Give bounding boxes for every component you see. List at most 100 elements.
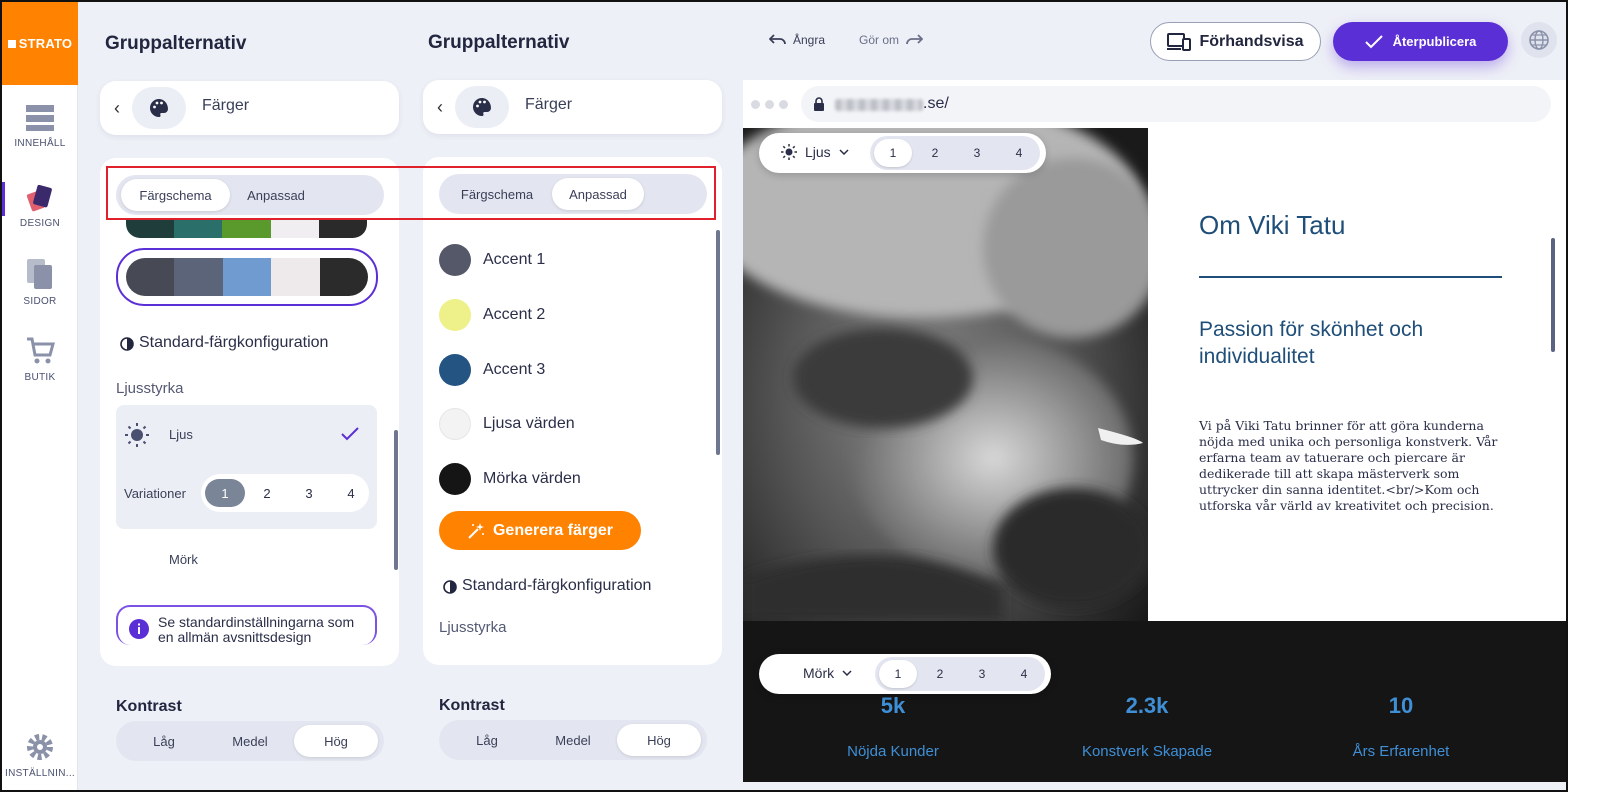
app-window: STRATO INNEHÅLL DESIGN SIDOR BUTIK INSTÄ… — [0, 0, 1568, 792]
mid-back-card[interactable]: ‹ Färger — [423, 80, 722, 134]
gear-icon — [27, 734, 53, 760]
mid-contrast-lag[interactable]: Låg — [445, 724, 529, 756]
light-values-row[interactable]: Ljusa värden — [439, 408, 575, 440]
left-panel-title: Gruppalternativ — [105, 33, 247, 54]
chevron-down-icon — [839, 149, 849, 155]
dark-option[interactable]: Mörk — [169, 552, 198, 567]
light-variation-2[interactable]: 2 — [916, 139, 954, 167]
dark-values-swatch[interactable] — [439, 463, 471, 495]
mid-contrast-medel[interactable]: Medel — [531, 724, 615, 756]
accent-3-row[interactable]: Accent 3 — [439, 354, 545, 386]
republish-label: Återpublicera — [1392, 34, 1477, 49]
preview-button[interactable]: Förhandsvisa — [1150, 22, 1321, 61]
redo-button[interactable]: Gör om — [859, 33, 924, 47]
nav-item-installningar[interactable]: INSTÄLLNIN... — [2, 732, 78, 779]
stat-customers-value: 5k — [880, 693, 906, 718]
contrast-drop-icon — [443, 580, 457, 594]
site-preview: .se/ Om Viki Tatu Passion för skönhet oc… — [743, 80, 1566, 782]
strato-logo[interactable]: STRATO — [2, 2, 78, 85]
language-button[interactable] — [1521, 22, 1557, 58]
stat-artworks-label: Konstverk Skapade — [1081, 743, 1213, 760]
cart-icon — [27, 337, 55, 364]
nav-item-butik[interactable]: BUTIK — [2, 336, 78, 383]
light-variation-3[interactable]: 3 — [958, 139, 996, 167]
undo-button[interactable]: Ångra — [769, 33, 825, 47]
left-back-card[interactable]: ‹ Färger — [100, 81, 399, 135]
light-variation-4[interactable]: 4 — [1000, 139, 1038, 167]
light-label: Ljus — [169, 427, 193, 442]
left-contrast-lag[interactable]: Låg — [122, 725, 206, 757]
nav-label-butik: BUTIK — [24, 372, 56, 383]
chevron-left-icon[interactable]: ‹ — [114, 98, 120, 119]
variation-4[interactable]: 4 — [331, 479, 371, 507]
left-std-config[interactable]: Standard-färgkonfiguration — [119, 334, 328, 352]
stat-artworks: 2.3k Konstverk Skapade — [1047, 693, 1247, 760]
palette-swatch-2 — [174, 258, 223, 296]
left-contrast-hog[interactable]: Hög — [294, 725, 378, 757]
accent-2-row[interactable]: Accent 2 — [439, 299, 545, 331]
pages-icon — [27, 259, 52, 289]
dark-mode-label: Mörk — [803, 665, 835, 681]
light-mode-dropdown[interactable]: Ljus — [781, 144, 849, 160]
stat-artworks-value: 2.3k — [1125, 693, 1169, 718]
left-back-label: Färger — [202, 97, 250, 114]
accent-2-swatch[interactable] — [439, 299, 471, 331]
undo-icon — [769, 34, 786, 45]
accent-1-row[interactable]: Accent 1 — [439, 244, 545, 276]
palette-swatch-1 — [126, 220, 175, 238]
preview-label: Förhandsvisa — [1199, 32, 1304, 50]
nav-label-sidor: SIDOR — [23, 296, 57, 307]
dark-variations: 1 2 3 4 — [875, 657, 1045, 691]
left-contrast-medel[interactable]: Medel — [208, 725, 292, 757]
light-variations: 1 2 3 4 — [870, 136, 1040, 170]
redo-icon — [906, 34, 924, 45]
logo-text: STRATO — [18, 36, 73, 51]
mid-scrollbar[interactable] — [716, 230, 720, 455]
nav-item-design[interactable]: DESIGN — [2, 182, 78, 229]
dark-variation-2[interactable]: 2 — [921, 660, 959, 688]
accent-3-swatch[interactable] — [439, 354, 471, 386]
moon-icon — [130, 547, 142, 571]
left-scrollbar[interactable] — [394, 430, 398, 570]
accent-1-swatch[interactable] — [439, 244, 471, 276]
nav-item-sidor[interactable]: SIDOR — [2, 258, 78, 307]
design-swatch-icon — [26, 184, 52, 212]
mid-contrast-hog[interactable]: Hög — [617, 724, 701, 756]
light-values-swatch[interactable] — [439, 408, 471, 440]
dark-values-row[interactable]: Mörka värden — [439, 463, 581, 495]
accent-1-label: Accent 1 — [483, 251, 546, 268]
republish-button[interactable]: Återpublicera — [1333, 22, 1508, 61]
variation-2[interactable]: 2 — [247, 479, 287, 507]
variation-1[interactable]: 1 — [205, 479, 245, 507]
magic-wand-icon — [468, 522, 484, 539]
mid-std-config[interactable]: Standard-färgkonfiguration — [442, 577, 651, 595]
nav-item-innehall[interactable]: INNEHÅLL — [2, 104, 78, 149]
dark-variation-4[interactable]: 4 — [1005, 660, 1043, 688]
contrast-drop-icon — [120, 337, 134, 351]
palette-strip-partial[interactable] — [126, 220, 367, 238]
dark-variation-1[interactable]: 1 — [879, 660, 917, 688]
info-notice: Se standardinställningarna som en allmän… — [116, 605, 377, 645]
generate-colors-button[interactable]: Generera färger — [439, 511, 641, 550]
globe-icon — [1529, 30, 1549, 50]
palette-swatch-4 — [270, 220, 319, 238]
hero-photo — [743, 128, 1148, 621]
variation-3[interactable]: 3 — [289, 479, 329, 507]
mid-std-config-label: Standard-färgkonfiguration — [462, 577, 652, 594]
preview-scrollbar[interactable] — [1551, 238, 1555, 352]
palette-swatch-3 — [222, 258, 272, 296]
stat-experience-value: 10 — [1388, 693, 1414, 718]
dark-mode-dropdown[interactable]: Mörk — [781, 665, 852, 681]
mid-contrast-label: Kontrast — [439, 697, 505, 714]
palette-icon — [455, 86, 509, 128]
logo-mark-icon — [7, 39, 16, 48]
palette-swatch-3 — [222, 220, 271, 238]
dark-variation-3[interactable]: 3 — [963, 660, 1001, 688]
palette-swatch-5 — [318, 220, 367, 238]
chevron-left-icon[interactable]: ‹ — [437, 97, 443, 118]
stat-customers-label: Nöjda Kunder — [847, 743, 939, 760]
info-text: Se standardinställningarna som en allmän… — [158, 614, 355, 645]
sun-icon — [781, 144, 797, 160]
light-variation-1[interactable]: 1 — [874, 139, 912, 167]
url-bar[interactable]: .se/ — [801, 86, 1551, 122]
